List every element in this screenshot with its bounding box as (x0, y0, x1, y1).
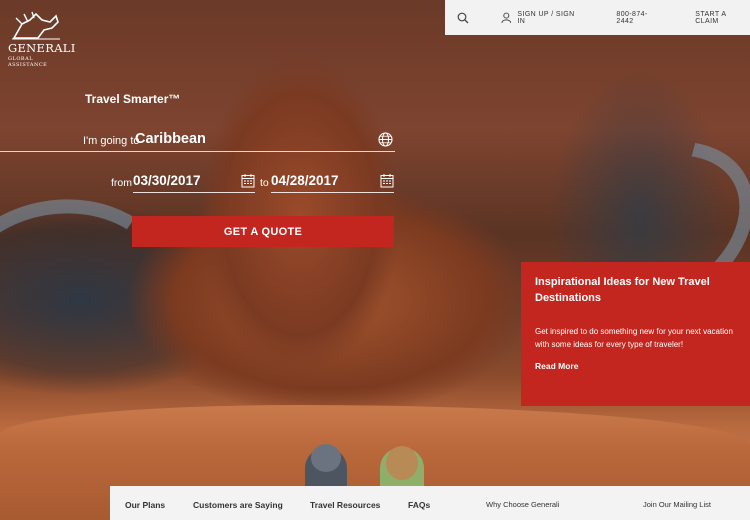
nav-item-mailing-list[interactable]: Join Our Mailing List (643, 500, 711, 509)
user-icon (501, 12, 511, 23)
nav-item-why-choose-generali[interactable]: Why Choose Generali (486, 500, 559, 509)
departure-date-value: 03/30/2017 (133, 173, 201, 188)
search-icon (457, 12, 469, 23)
lion-emblem-icon (12, 11, 60, 40)
brand-subtitle: GLOBAL ASSISTANCE (8, 56, 48, 68)
departure-date-input[interactable]: 03/30/2017 (133, 173, 255, 193)
return-date-input[interactable]: 04/28/2017 (271, 173, 394, 193)
sign-in-link[interactable]: SIGN UP / SIGN IN (501, 11, 583, 25)
nav-item-customers-are-saying[interactable]: Customers are Saying (193, 500, 283, 510)
get-quote-button[interactable]: GET A QUOTE (132, 216, 394, 247)
tagline: Travel Smarter™ (85, 92, 181, 106)
return-date-value: 04/28/2017 (271, 173, 339, 188)
sign-in-label: SIGN UP / SIGN IN (517, 10, 575, 25)
to-label: to (260, 177, 269, 189)
bottom-nav-bar: Our Plans Customers are Saying Travel Re… (110, 486, 750, 520)
start-claim-link[interactable]: START A CLAIM (695, 11, 750, 25)
promo-body: Get inspired to do something new for you… (535, 327, 733, 349)
destination-field[interactable]: I'm going to Caribbean (0, 128, 395, 152)
calendar-icon[interactable] (241, 173, 255, 188)
nav-item-faqs[interactable]: FAQs (408, 500, 430, 510)
read-more-link[interactable]: Read More (535, 361, 736, 371)
calendar-icon[interactable] (380, 173, 394, 188)
destination-label: I'm going to (83, 135, 140, 147)
generali-logo[interactable]: GENERALI GLOBAL ASSISTANCE (8, 10, 76, 68)
from-label: from (111, 177, 132, 189)
top-utility-bar: SIGN UP / SIGN IN 800-874-2442 START A C… (445, 0, 750, 35)
phone-number-link[interactable]: 800-874-2442 (616, 11, 663, 25)
globe-icon[interactable] (378, 132, 393, 147)
promo-card: Inspirational Ideas for New Travel Desti… (521, 262, 750, 406)
promo-title: Inspirational Ideas for New Travel Desti… (535, 276, 710, 304)
nav-item-travel-resources[interactable]: Travel Resources (310, 500, 380, 510)
brand-name: GENERALI (8, 41, 76, 55)
search-button[interactable] (445, 0, 482, 35)
destination-input[interactable]: Caribbean (135, 131, 206, 147)
hero-background-image (0, 0, 750, 520)
nav-item-our-plans[interactable]: Our Plans (125, 500, 165, 510)
